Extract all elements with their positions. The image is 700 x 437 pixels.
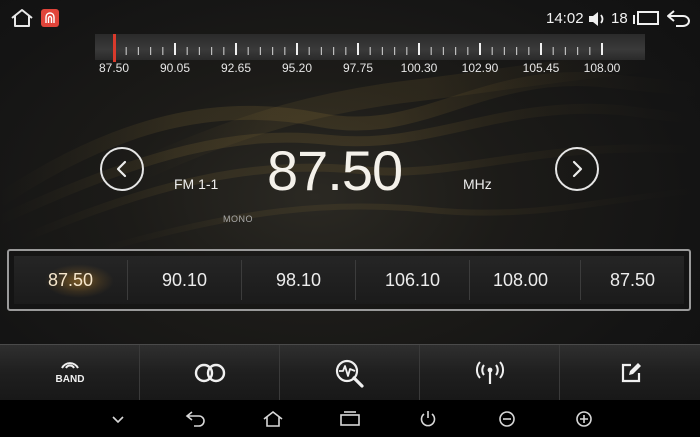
band-button-label: BAND bbox=[55, 374, 84, 385]
dial-scale[interactable] bbox=[95, 34, 645, 60]
scan-button[interactable] bbox=[281, 345, 419, 401]
stereo-icon bbox=[194, 363, 226, 383]
next-station-button[interactable] bbox=[555, 147, 599, 191]
power-icon bbox=[420, 411, 436, 427]
chevron-left-icon bbox=[116, 160, 127, 178]
antenna-signal-icon bbox=[476, 361, 504, 384]
band-button[interactable]: BAND bbox=[0, 345, 139, 401]
search-scan-icon bbox=[335, 359, 364, 388]
preset-frequency: 90.10 bbox=[161, 269, 208, 290]
nav-volume-down-button[interactable] bbox=[496, 408, 518, 430]
audio-mode-label: MONO bbox=[223, 214, 253, 224]
dial-labels: 87.50 90.05 92.65 95.20 97.75 100.30 102… bbox=[95, 61, 645, 77]
back-arrow-icon[interactable] bbox=[664, 8, 692, 28]
volume-up-icon bbox=[576, 411, 592, 427]
edit-icon bbox=[621, 363, 641, 383]
nav-volume-up-button[interactable] bbox=[573, 408, 595, 430]
dial-label: 105.45 bbox=[522, 61, 560, 75]
chevron-down-icon bbox=[112, 416, 124, 424]
chevron-right-icon bbox=[572, 160, 583, 178]
preset-frequency: 106.10 bbox=[384, 269, 441, 290]
dial-label: 87.50 bbox=[98, 61, 130, 75]
dial-label: 90.05 bbox=[159, 61, 191, 75]
preset-frequency: 87.50 bbox=[609, 269, 656, 290]
volume-level: 18 bbox=[611, 10, 628, 27]
volume-down-icon bbox=[499, 411, 515, 427]
dial-label: 95.20 bbox=[281, 61, 313, 75]
function-toolbar: BAND bbox=[0, 344, 700, 401]
stereo-button[interactable] bbox=[141, 345, 279, 401]
home-outline-icon[interactable] bbox=[10, 8, 34, 28]
clock: 14:02 bbox=[546, 10, 584, 27]
volume-icon bbox=[589, 12, 604, 26]
band-label: FM 1-1 bbox=[174, 176, 219, 192]
preset-button[interactable]: 108.00 bbox=[470, 256, 571, 304]
collapse-button[interactable] bbox=[107, 408, 129, 430]
antenna-button[interactable] bbox=[421, 345, 559, 401]
preset-button[interactable]: 90.10 bbox=[128, 256, 241, 304]
nav-recents-button[interactable] bbox=[339, 408, 361, 430]
dial-label: 92.65 bbox=[220, 61, 252, 75]
home-icon bbox=[263, 410, 283, 427]
nav-power-button[interactable] bbox=[417, 408, 439, 430]
dial-label: 100.30 bbox=[400, 61, 438, 75]
preset-button[interactable]: 98.10 bbox=[242, 256, 355, 304]
toolbar-divider bbox=[419, 345, 420, 401]
nav-back-button[interactable] bbox=[185, 408, 207, 430]
dial-label: 102.90 bbox=[461, 61, 499, 75]
red-app-icon[interactable] bbox=[41, 9, 59, 27]
nav-home-button[interactable] bbox=[262, 408, 284, 430]
toolbar-divider bbox=[279, 345, 280, 401]
preset-button[interactable]: 87.50 bbox=[581, 256, 684, 304]
previous-station-button[interactable] bbox=[100, 147, 144, 191]
toolbar-divider bbox=[139, 345, 140, 401]
preset-button[interactable]: 87.50 bbox=[14, 256, 127, 304]
band-icon: BAND bbox=[55, 362, 84, 385]
recents-icon bbox=[340, 411, 360, 426]
current-frequency: 87.50 bbox=[267, 139, 403, 202]
preset-frequency: 87.50 bbox=[47, 269, 94, 290]
frequency-unit: MHz bbox=[463, 176, 492, 192]
back-icon bbox=[185, 411, 205, 427]
dial-needle[interactable] bbox=[112, 34, 116, 62]
radio-screen: 14:02 18 87.50 90.05 92.65 95.20 97.75 1… bbox=[0, 0, 700, 437]
dial-label: 97.75 bbox=[342, 61, 374, 75]
preset-button[interactable]: 106.10 bbox=[356, 256, 469, 304]
preset-frequency: 98.10 bbox=[275, 269, 322, 290]
recent-apps-icon[interactable] bbox=[632, 10, 660, 26]
preset-bar: 87.50 90.10 98.10 106.10 108.00 87.50 bbox=[7, 249, 691, 311]
preset-frequency: 108.00 bbox=[492, 269, 549, 290]
navigation-bar bbox=[0, 400, 700, 437]
status-bar: 14:02 18 bbox=[0, 0, 700, 34]
tuning-dial[interactable]: 87.50 90.05 92.65 95.20 97.75 100.30 102… bbox=[95, 30, 645, 82]
dial-ticks bbox=[113, 43, 603, 55]
edit-button[interactable] bbox=[561, 345, 700, 401]
toolbar-divider bbox=[559, 345, 560, 401]
preset-list: 87.50 90.10 98.10 106.10 108.00 87.50 bbox=[14, 256, 684, 304]
dial-label: 108.00 bbox=[583, 61, 621, 75]
